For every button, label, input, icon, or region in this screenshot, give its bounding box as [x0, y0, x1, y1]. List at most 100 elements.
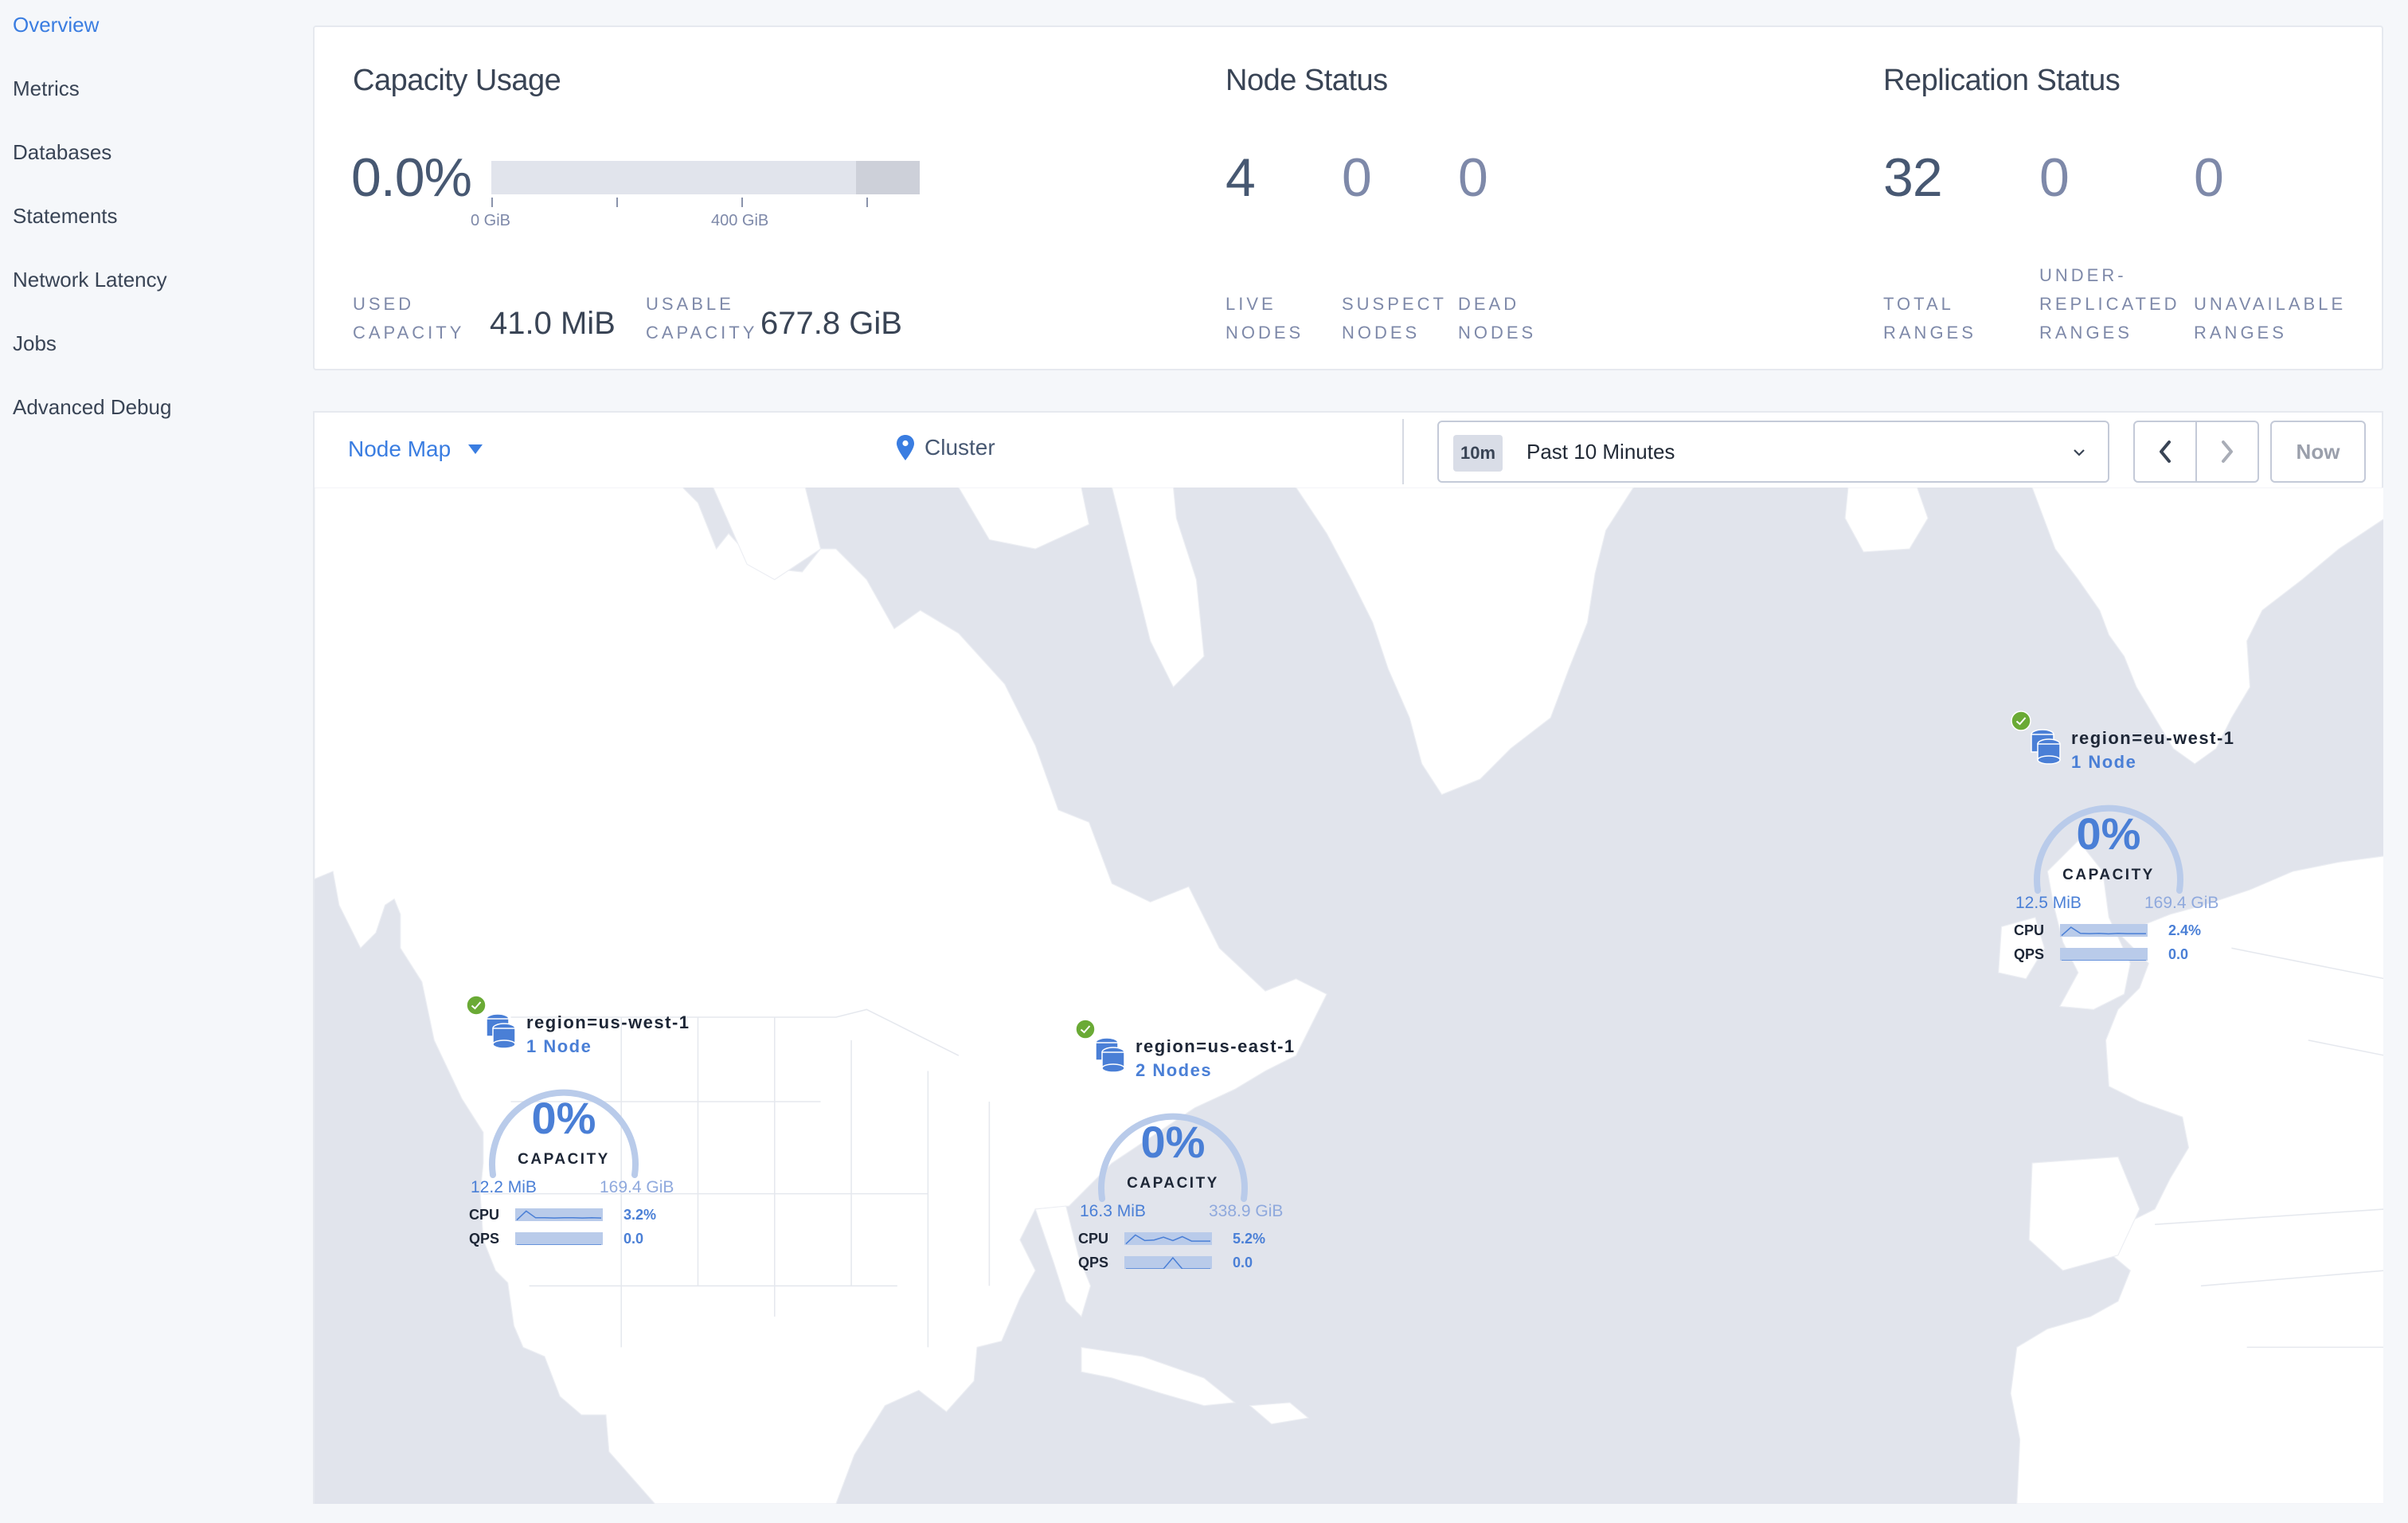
- sparkline-path: [1125, 1234, 1210, 1245]
- region-marker-us-east-1[interactable]: region=us-east-1 2 Nodes 0% CAPACITY 16.…: [1075, 1019, 1346, 1290]
- sparkline-path: [2061, 926, 2146, 937]
- region-capacity-widget: 0% CAPACITY 12.5 MiB 169.4 GiB CPU 2.4% …: [2014, 779, 2218, 986]
- chevron-right-icon: [2222, 440, 2233, 463]
- usable-capacity-label-line2: CAPACITY: [646, 323, 758, 343]
- database-icon: [486, 1013, 516, 1049]
- usable-capacity-value: 677.8 GiB: [760, 306, 902, 341]
- qps-label: QPS: [1078, 1255, 1109, 1270]
- previous-time-button[interactable]: [2135, 422, 2195, 481]
- qps-value: 0.0: [2168, 946, 2189, 962]
- live-nodes-label: LIVE: [1226, 294, 1276, 314]
- cpu-label: CPU: [2014, 922, 2045, 938]
- region-capacity-percent: 0%: [531, 1093, 596, 1143]
- cpu-sparkline: [1124, 1232, 1212, 1245]
- region-capacity-widget: 0% CAPACITY 12.2 MiB 169.4 GiB CPU 3.2% …: [469, 1063, 674, 1270]
- region-capacity-label: CAPACITY: [2062, 867, 2155, 883]
- region-capacity-label: CAPACITY: [1127, 1175, 1219, 1192]
- region-node-count[interactable]: 1 Node: [2071, 752, 2136, 773]
- dead-nodes-count: 0: [1458, 147, 1488, 208]
- map-toolbar: Node Map Cluster 10m Past 10 Minutes Now: [313, 411, 2383, 489]
- next-time-button[interactable]: [2195, 422, 2258, 481]
- cluster-summary-card: Capacity Usage 0.0% 0 GiB 400 GiB USED C…: [313, 25, 2383, 370]
- qps-label: QPS: [469, 1231, 500, 1247]
- land-iceland: [1844, 487, 1929, 553]
- region-total-capacity: 169.4 GiB: [600, 1178, 674, 1196]
- region-used-capacity: 12.2 MiB: [471, 1178, 537, 1196]
- capacity-tick-label: 400 GiB: [711, 212, 769, 229]
- total-ranges-label: RANGES: [1883, 323, 1976, 343]
- chevron-left-icon: [2160, 440, 2171, 463]
- land-greenland: [1295, 487, 1634, 796]
- cpu-sparkline: [2060, 924, 2148, 937]
- capacity-bar-tick: [616, 198, 618, 207]
- sidebar-item-network-latency[interactable]: Network Latency: [13, 268, 167, 292]
- sidebar-item-statements[interactable]: Statements: [13, 204, 118, 229]
- suspect-nodes-label: SUSPECT: [1342, 294, 1447, 314]
- under-replicated-ranges-label: RANGES: [2039, 323, 2132, 343]
- land-cuba: [1081, 1346, 1237, 1407]
- cpu-value: 2.4%: [2168, 922, 2202, 938]
- under-replicated-ranges-count: 0: [2039, 147, 2070, 208]
- used-capacity-label-line2: CAPACITY: [353, 323, 465, 343]
- map-type-dropdown[interactable]: Node Map: [348, 437, 483, 462]
- sparkline-path: [516, 1210, 602, 1221]
- sparkline-path: [1126, 1256, 1210, 1269]
- unavailable-ranges-label: RANGES: [2194, 323, 2287, 343]
- region-capacity-percent: 0%: [1140, 1117, 1206, 1167]
- capacity-bar-tick: [491, 198, 493, 207]
- sidebar-item-advanced-debug[interactable]: Advanced Debug: [13, 395, 171, 420]
- land-baffin: [1111, 487, 1205, 688]
- region-used-capacity: 16.3 MiB: [1080, 1202, 1146, 1220]
- sidebar-item-overview[interactable]: Overview: [13, 13, 99, 37]
- cpu-label: CPU: [1078, 1231, 1109, 1247]
- region-name: region=us-west-1: [526, 1012, 690, 1032]
- under-replicated-ranges-label: UNDER-: [2039, 265, 2127, 285]
- region-total-capacity: 338.9 GiB: [1209, 1202, 1284, 1220]
- capacity-bar-tick: [741, 198, 743, 207]
- suspect-nodes-label: NODES: [1342, 323, 1421, 343]
- region-name: region=eu-west-1: [2071, 728, 2235, 748]
- node-map[interactable]: region=us-west-1 1 Node 0% CAPACITY 12.2…: [313, 487, 2383, 1504]
- capacity-tick-label: 0 GiB: [471, 212, 511, 229]
- land-hispaniola: [1249, 1402, 1310, 1425]
- suspect-nodes-count: 0: [1342, 147, 1372, 208]
- region-node-count[interactable]: 1 Node: [526, 1036, 592, 1057]
- replication-status-title: Replication Status: [1883, 64, 2121, 97]
- live-nodes-label: NODES: [1226, 323, 1304, 343]
- capacity-percent: 0.0%: [351, 147, 472, 208]
- cpu-label: CPU: [469, 1207, 500, 1223]
- used-capacity-label-line1: USED: [353, 294, 415, 314]
- sidebar-item-databases[interactable]: Databases: [13, 140, 111, 165]
- region-capacity-label: CAPACITY: [518, 1151, 610, 1168]
- region-marker-us-west-1[interactable]: region=us-west-1 1 Node 0% CAPACITY 12.2…: [466, 995, 737, 1266]
- time-range-badge: 10m: [1453, 435, 1503, 472]
- usable-capacity-label-line1: USABLE: [646, 294, 734, 314]
- capacity-bar-unusable: [856, 161, 920, 194]
- sidebar-item-jobs[interactable]: Jobs: [13, 331, 57, 356]
- caret-down-icon: [468, 444, 483, 454]
- time-pager: [2133, 421, 2259, 483]
- toolbar-divider: [1402, 419, 1404, 484]
- now-button[interactable]: Now: [2270, 421, 2366, 483]
- dead-nodes-label: NODES: [1458, 323, 1537, 343]
- region-marker-eu-west-1[interactable]: region=eu-west-1 1 Node 0% CAPACITY 12.5…: [2011, 711, 2281, 981]
- cpu-sparkline: [515, 1208, 603, 1221]
- qps-value: 0.0: [1233, 1255, 1253, 1270]
- time-range-label: Past 10 Minutes: [1526, 440, 1675, 464]
- chevron-down-icon: [2074, 449, 2085, 456]
- map-pin-icon: [897, 435, 914, 460]
- sidebar-item-metrics[interactable]: Metrics: [13, 76, 80, 101]
- unavailable-ranges-count: 0: [2194, 147, 2224, 208]
- dead-nodes-label: DEAD: [1458, 294, 1520, 314]
- region-node-count[interactable]: 2 Nodes: [1136, 1060, 1212, 1081]
- region-capacity-widget: 0% CAPACITY 16.3 MiB 338.9 GiB CPU 5.2% …: [1078, 1087, 1283, 1294]
- breadcrumb-cluster[interactable]: Cluster: [924, 435, 995, 460]
- breadcrumb: Cluster: [896, 435, 995, 460]
- cpu-value: 3.2%: [624, 1207, 657, 1223]
- under-replicated-ranges-label: REPLICATED: [2039, 294, 2180, 314]
- node-status-title: Node Status: [1226, 64, 1388, 97]
- database-icon: [1095, 1037, 1125, 1073]
- region-name: region=us-east-1: [1136, 1036, 1296, 1056]
- time-range-select[interactable]: 10m Past 10 Minutes: [1437, 421, 2109, 483]
- qps-sparkline: [515, 1232, 603, 1245]
